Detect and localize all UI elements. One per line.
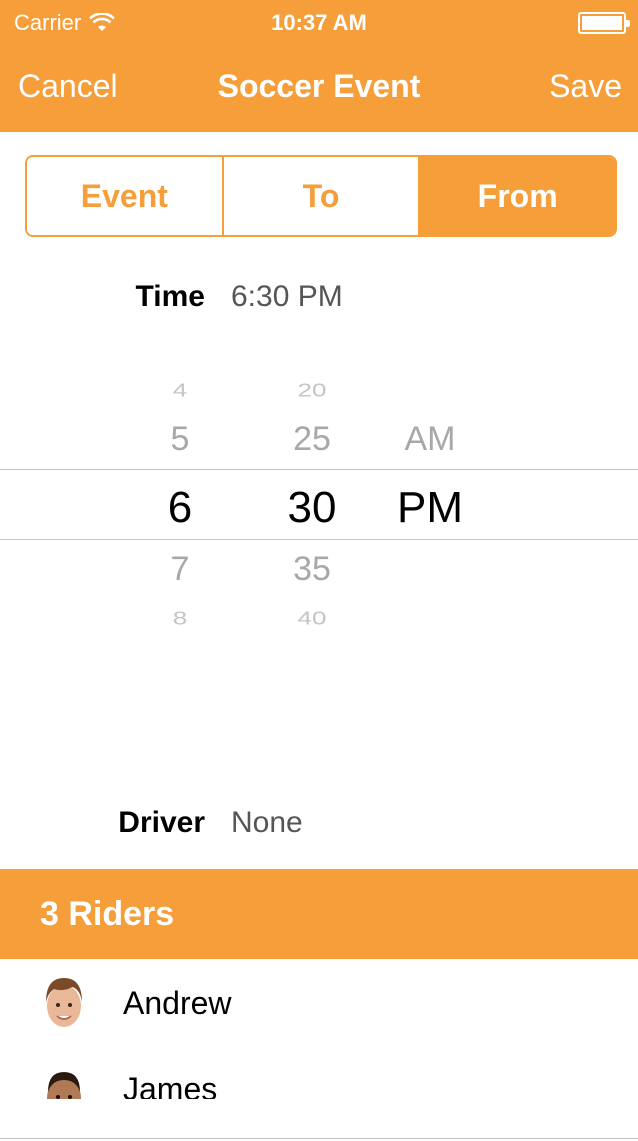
riders-header: 3 Riders (0, 869, 638, 959)
segment-to[interactable]: To (221, 157, 419, 235)
avatar (46, 978, 82, 1027)
riders-count: 3 Riders (40, 894, 175, 933)
segmented-control: Event To From (25, 155, 617, 237)
battery-icon (578, 12, 630, 34)
picker-hour[interactable]: 5 (140, 420, 220, 459)
picker-selection-top-line (0, 469, 638, 470)
picker-minute[interactable]: 40 (262, 608, 362, 630)
status-time: 10:37 AM (271, 10, 367, 35)
cancel-button[interactable]: Cancel (18, 68, 118, 105)
picker-minute-selected[interactable]: 30 (262, 483, 362, 533)
time-label: Time (135, 280, 205, 313)
picker-minute[interactable]: 35 (262, 550, 362, 589)
picker-selection-bottom-line (0, 539, 638, 540)
avatar (47, 1072, 81, 1099)
picker-period[interactable]: AM (380, 420, 480, 459)
driver-label: Driver (118, 806, 205, 839)
picker-period-selected[interactable]: PM (380, 483, 480, 533)
picker-minute[interactable]: 20 (262, 380, 362, 402)
time-value[interactable]: 6:30 PM (231, 280, 343, 314)
picker-hour[interactable]: 7 (140, 550, 220, 589)
segment-event[interactable]: Event (27, 157, 222, 235)
page-title-text: Soccer Event (217, 68, 421, 104)
picker-minute[interactable]: 25 (262, 420, 362, 459)
rider-name: Andrew (123, 985, 232, 1021)
rider-name: James (123, 1071, 218, 1099)
riders-list: Andrew James (0, 959, 638, 1099)
driver-value[interactable]: None (231, 806, 303, 840)
segment-from[interactable]: From (418, 157, 615, 235)
save-button[interactable]: Save (549, 68, 622, 105)
navigation-bar: Cancel Soccer Event Save (0, 44, 638, 132)
bottom-divider (0, 1138, 638, 1139)
time-picker[interactable]: 4 5 6 7 8 20 25 30 35 40 AM PM (0, 365, 638, 640)
picker-hour-selected[interactable]: 6 (140, 483, 220, 533)
status-bar: Carrier 10:37 AM (0, 0, 638, 44)
picker-hour[interactable]: 4 (140, 380, 220, 402)
picker-hour[interactable]: 8 (140, 608, 220, 630)
list-item[interactable]: James (0, 1059, 638, 1099)
list-item[interactable]: Andrew (0, 959, 638, 1049)
